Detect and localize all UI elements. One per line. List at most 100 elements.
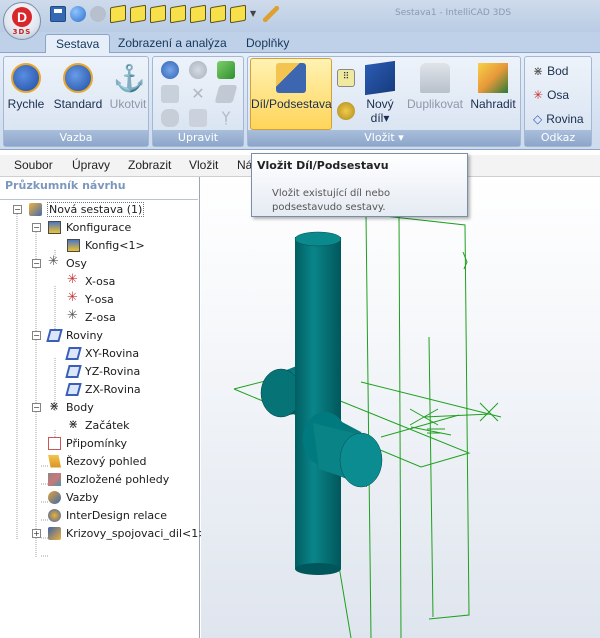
tree-node-label: Začátek bbox=[85, 418, 130, 432]
tab-sestava[interactable]: Sestava bbox=[45, 34, 111, 54]
cube-view-top-icon[interactable] bbox=[150, 4, 166, 24]
tree-node-label: Roviny bbox=[66, 328, 103, 342]
osa-button[interactable]: ✳ Osa bbox=[533, 85, 569, 105]
save-icon[interactable] bbox=[50, 6, 66, 22]
cube-view-bottom-icon[interactable] bbox=[230, 4, 246, 24]
tree-node-osy[interactable]: Osy bbox=[48, 254, 87, 272]
menu-vlozit[interactable]: Vložit bbox=[189, 158, 218, 172]
rovina-label: Rovina bbox=[546, 112, 584, 126]
expander-roviny[interactable]: − bbox=[32, 331, 41, 340]
tree-node-label: Vazby bbox=[66, 490, 99, 504]
mirror-icon[interactable] bbox=[189, 109, 207, 127]
model-view[interactable] bbox=[201, 177, 600, 638]
plane-icon bbox=[65, 382, 82, 396]
rotate-icon[interactable] bbox=[161, 61, 179, 79]
axis-icon: ✳ bbox=[533, 88, 544, 102]
tree-node-pripominky[interactable]: Připomínky bbox=[48, 434, 127, 452]
standard-button[interactable]: Standard bbox=[52, 59, 104, 129]
tree-node-body[interactable]: Body bbox=[48, 398, 94, 416]
expander-krizovy[interactable]: + bbox=[32, 529, 41, 538]
pattern-icon[interactable]: ⠿ bbox=[337, 69, 355, 87]
dil-podsestava-label: Díl/Podsestava bbox=[251, 97, 332, 111]
tree-node-zx-rovina[interactable]: ZX-Rovina bbox=[65, 380, 141, 398]
gear-icon[interactable] bbox=[337, 102, 355, 120]
configuration-icon bbox=[48, 220, 61, 234]
hand-icon[interactable] bbox=[161, 109, 179, 127]
standard-label: Standard bbox=[53, 97, 103, 111]
rychle-button[interactable]: Rychle bbox=[7, 59, 45, 129]
tree-node-label: Nová sestava (1) bbox=[47, 201, 145, 217]
tree-node-roviny[interactable]: Roviny bbox=[46, 326, 103, 344]
cube-view-iso-icon[interactable] bbox=[190, 4, 206, 24]
cube-view-right-icon[interactable] bbox=[170, 4, 186, 24]
dil-podsestava-button[interactable]: Díl/Podsestava bbox=[250, 58, 332, 130]
nahradit-label: Nahradit bbox=[470, 97, 516, 111]
pencil-icon[interactable] bbox=[263, 6, 279, 22]
tree-node-label: XY-Rovina bbox=[85, 346, 140, 360]
tab-zobrazeni-analyza[interactable]: Zobrazení a analýza bbox=[108, 34, 237, 54]
tab-doplnky[interactable]: Doplňky bbox=[236, 34, 299, 54]
tree-node-yz-rovina[interactable]: YZ-Rovina bbox=[65, 362, 140, 380]
tree-node-konfig1[interactable]: Konfig<1> bbox=[67, 236, 145, 254]
edit-icon[interactable] bbox=[217, 61, 235, 79]
properties-icon[interactable] bbox=[214, 85, 238, 103]
group-vlozit-label: Vložit ▾ bbox=[248, 130, 520, 146]
configuration-icon bbox=[67, 238, 80, 252]
delete-icon[interactable]: ✕ bbox=[189, 85, 207, 103]
chevron-down-icon[interactable]: ▼ bbox=[250, 6, 259, 22]
cube-view-front-icon[interactable] bbox=[130, 4, 146, 24]
cube-view-icon[interactable] bbox=[110, 4, 126, 24]
nahradit-button[interactable]: Nahradit bbox=[468, 59, 518, 129]
globe-icon[interactable] bbox=[70, 6, 86, 22]
tree-node-konfigurace[interactable]: Konfigurace bbox=[48, 218, 131, 236]
list-icon[interactable] bbox=[161, 85, 179, 103]
tree-node-y-osa[interactable]: Y-osa bbox=[67, 290, 114, 308]
expander-konfigurace[interactable]: − bbox=[32, 223, 41, 232]
tree-node-zacatek[interactable]: Začátek bbox=[67, 416, 130, 434]
tree-node-rozlozene-pohledy[interactable]: Rozložené pohledy bbox=[48, 470, 169, 488]
split-icon[interactable]: Ỵ bbox=[217, 109, 235, 127]
tree-node-label: ZX-Rovina bbox=[85, 382, 141, 396]
novy-dil-label-2: díl▾ bbox=[370, 111, 390, 125]
tree-node-label: Konfigurace bbox=[66, 220, 132, 234]
plane-icon bbox=[46, 328, 63, 342]
menu-zobrazit[interactable]: Zobrazit bbox=[128, 158, 171, 172]
novy-dil-button[interactable]: Nový díl▾ bbox=[362, 59, 398, 129]
ribbon: Rychle Standard ⚓ Ukotvit Vazba ✕ Ỵ Upra… bbox=[0, 53, 600, 150]
exploded-view-icon bbox=[48, 472, 61, 486]
expander-osy[interactable]: − bbox=[32, 259, 41, 268]
novy-dil-label-1: Nový bbox=[366, 97, 394, 111]
expander-body[interactable]: − bbox=[32, 403, 41, 412]
cube-view-back-icon[interactable] bbox=[210, 4, 226, 24]
tree-node-x-osa[interactable]: X-osa bbox=[67, 272, 115, 290]
axis-icon bbox=[67, 272, 80, 288]
tree-node-sestava[interactable]: Nová sestava (1) bbox=[29, 200, 145, 218]
tree-node-z-osa[interactable]: Z-osa bbox=[67, 308, 116, 326]
group-upravit-label: Upravit bbox=[153, 130, 243, 146]
duplikovat-button[interactable]: Duplikovat bbox=[404, 59, 466, 129]
tree-node-xy-rovina[interactable]: XY-Rovina bbox=[65, 344, 140, 362]
tree-node-label: Z-osa bbox=[85, 310, 116, 324]
mate-icon bbox=[48, 490, 61, 504]
tree-node-rezovy-pohled[interactable]: Řezový pohled bbox=[48, 452, 146, 470]
tree-node-krizovy-spojovaci-dil[interactable]: Krizovy_spojovaci_dil<1> bbox=[48, 524, 207, 542]
rovina-button[interactable]: ◇ Rovina bbox=[533, 109, 584, 129]
3d-viewport[interactable] bbox=[201, 177, 600, 638]
menu-upravy[interactable]: Úpravy bbox=[72, 158, 110, 172]
tree-node-label: Připomínky bbox=[66, 436, 127, 450]
plane-icon bbox=[65, 364, 82, 378]
axes-icon bbox=[48, 254, 61, 270]
tree-node-vazby[interactable]: Vazby bbox=[48, 488, 99, 506]
tree-node-interdesign-relace[interactable]: InterDesign relace bbox=[48, 506, 167, 524]
application-menu-button[interactable]: D 3DS bbox=[3, 2, 41, 40]
move-icon[interactable] bbox=[189, 61, 207, 79]
undo-icon[interactable] bbox=[90, 6, 106, 22]
expander-sestava[interactable]: − bbox=[13, 205, 22, 214]
part-vertical-cylinder[interactable] bbox=[294, 231, 342, 575]
point-icon bbox=[67, 417, 80, 432]
menu-soubor[interactable]: Soubor bbox=[14, 158, 53, 172]
tree-node-label: Osy bbox=[66, 256, 87, 270]
bod-button[interactable]: ⋇ Bod bbox=[533, 61, 568, 81]
ukotvit-button[interactable]: ⚓ Ukotvit bbox=[107, 59, 149, 129]
section-view-icon bbox=[48, 454, 61, 468]
